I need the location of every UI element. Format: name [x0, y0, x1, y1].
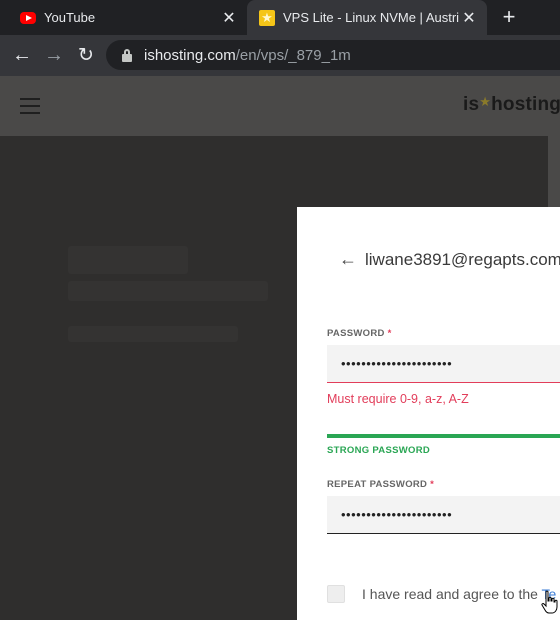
tab-title: VPS Lite - Linux NVMe | Austria | — [283, 10, 459, 25]
lock-icon[interactable] — [120, 48, 134, 62]
password-error-message: Must require 0-9, a-z, A-Z — [327, 392, 469, 406]
back-arrow-icon: ← — [339, 249, 357, 269]
email-display: liwane3891@regapts.com — [365, 249, 560, 269]
url-path: /en/vps/_879_1m — [235, 46, 351, 64]
reload-icon[interactable]: ↻ — [72, 42, 100, 70]
menu-icon[interactable] — [20, 98, 40, 115]
url-host: ishosting.com — [144, 46, 236, 64]
logo-star-icon: ★ — [479, 94, 492, 109]
logo-text-right: hosting — [491, 94, 560, 115]
close-tab-icon[interactable]: ✕ — [459, 8, 479, 28]
address-bar[interactable]: ishosting.com/en/vps/_879_1m — [106, 40, 560, 70]
browser-tab-strip: YouTube ✕ ★ VPS Lite - Linux NVMe | Aust… — [0, 0, 560, 35]
tab-vps-lite[interactable]: ★ VPS Lite - Linux NVMe | Austria | ✕ — [247, 0, 487, 35]
repeat-password-value: •••••••••••••••••••••• — [341, 507, 453, 522]
browser-toolbar: ← → ↻ ishosting.com/en/vps/_879_1m — [0, 35, 560, 76]
hand-cursor-icon — [541, 590, 558, 614]
change-email-back-link[interactable]: ← liwane3891@regapts.com — [339, 249, 560, 270]
back-arrow-icon[interactable]: ← — [8, 42, 36, 70]
required-mark: * — [387, 328, 392, 339]
terms-checkbox[interactable] — [327, 585, 345, 603]
page-viewport: is★hosting ← liwane3891@regapts.com PASS… — [0, 76, 560, 620]
site-header: is★hosting — [0, 76, 560, 136]
new-tab-button[interactable]: + — [496, 5, 522, 31]
tab-title: YouTube — [44, 10, 96, 25]
background-shape — [68, 326, 238, 342]
password-field[interactable]: •••••••••••••••••••••• — [327, 345, 560, 383]
password-strength-label: STRONG PASSWORD — [327, 445, 431, 456]
repeat-password-label: REPEAT PASSWORD * — [327, 479, 435, 490]
required-mark: * — [430, 479, 435, 490]
close-tab-icon[interactable]: ✕ — [219, 8, 239, 28]
youtube-icon — [20, 10, 36, 26]
site-logo[interactable]: is★hosting — [463, 94, 560, 116]
repeat-password-field[interactable]: •••••••••••••••••••••• — [327, 496, 560, 534]
forward-arrow-icon[interactable]: → — [40, 42, 68, 70]
password-value: •••••••••••••••••••••• — [341, 356, 453, 371]
tab-youtube[interactable]: YouTube ✕ — [0, 0, 247, 35]
logo-text-left: is — [463, 94, 480, 115]
terms-agreement: I have read and agree to the Te — [327, 585, 556, 603]
background-shape — [68, 246, 188, 274]
password-label: PASSWORD * — [327, 328, 392, 339]
ishosting-star-icon: ★ — [259, 9, 275, 26]
registration-modal: ← liwane3891@regapts.com PASSWORD * ••••… — [297, 207, 560, 620]
background-shape — [68, 281, 268, 301]
terms-text: I have read and agree to the Te — [362, 586, 557, 602]
password-strength-bar — [327, 434, 560, 438]
